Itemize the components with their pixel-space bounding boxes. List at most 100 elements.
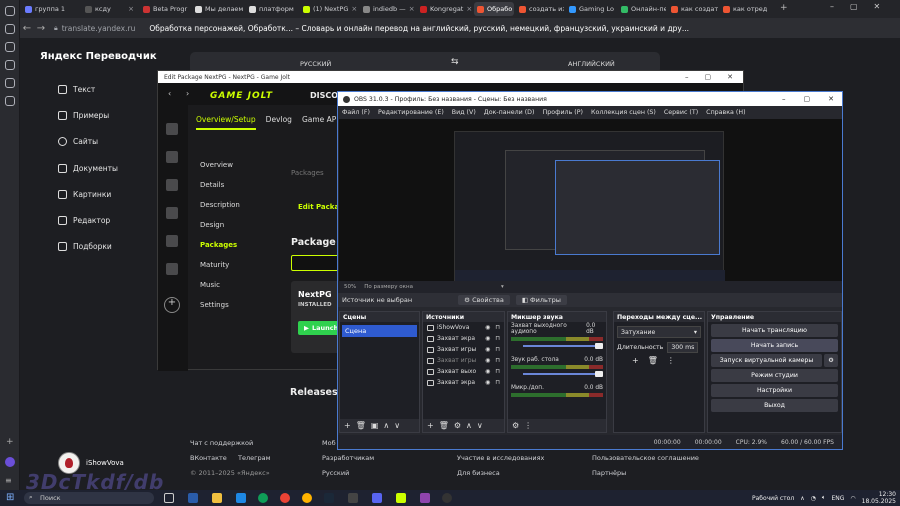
gear-icon[interactable]: ⚙ [512, 421, 519, 430]
volume-slider[interactable] [523, 343, 603, 349]
gear-icon[interactable]: ⚙ [824, 354, 838, 367]
vk-link[interactable]: ВКонтакте [190, 454, 227, 462]
swap-languages-icon[interactable]: ⇆ [451, 57, 459, 67]
tab[interactable]: indiedb — × [360, 2, 415, 16]
yandex-browser-icon[interactable] [302, 493, 312, 503]
history-icon[interactable] [5, 60, 15, 70]
zoom-level[interactable]: 50% [344, 284, 356, 290]
filters-button[interactable]: ◧ Фильтры [515, 295, 567, 305]
close-icon[interactable]: ✕ [727, 73, 733, 81]
nav-text[interactable]: Текст [58, 85, 95, 94]
menu-profile[interactable]: Профиль (P) [542, 109, 583, 116]
game-icon[interactable] [166, 235, 178, 247]
gamejolt-logo[interactable]: GAME JOLT [210, 91, 273, 101]
breadcrumb[interactable]: Packages [291, 169, 324, 177]
source-item[interactable]: Захват игры ◉ ⊓ [423, 344, 504, 355]
lock-icon[interactable]: ⊓ [495, 346, 500, 353]
tab[interactable]: как создат [668, 2, 718, 16]
visual-studio-icon[interactable] [420, 493, 430, 503]
close-icon[interactable]: × [409, 5, 415, 13]
minimize-icon[interactable]: – [685, 73, 689, 81]
partners-link[interactable]: Партнёры [592, 469, 626, 477]
support-link[interactable]: Чат с поддержкой [190, 439, 253, 447]
obs-icon[interactable] [442, 493, 452, 503]
add-icon[interactable]: + [164, 297, 180, 313]
volume-icon[interactable]: 🔈︎ [822, 494, 826, 502]
mobile-link[interactable]: Моб [322, 439, 336, 447]
menu-tools[interactable]: Сервис (T) [664, 109, 698, 116]
chevron-up-icon[interactable]: ∧ [800, 495, 804, 502]
eye-icon[interactable]: ◉ [485, 379, 490, 386]
tab[interactable]: (1) NextPG × [300, 2, 358, 16]
side-packages[interactable]: Packages [200, 241, 237, 249]
discord-icon[interactable] [372, 493, 382, 503]
volume-slider[interactable] [523, 371, 603, 377]
close-icon[interactable]: × [466, 5, 472, 13]
gear-icon[interactable]: ⚙ [454, 421, 461, 430]
steam-icon[interactable] [324, 493, 334, 503]
user-name[interactable]: iShowVova [86, 459, 124, 467]
chevron-down-icon[interactable]: ▾ [501, 284, 504, 290]
wifi-icon[interactable]: ◠ [850, 495, 855, 502]
tab-devlog[interactable]: Devlog [266, 115, 292, 130]
eye-icon[interactable]: ◉ [485, 368, 490, 375]
forward-icon[interactable]: → [34, 23, 48, 34]
fit-select[interactable]: По размеру окна [364, 284, 413, 290]
menu-view[interactable]: Вид (V) [452, 109, 476, 116]
transition-select[interactable]: Затухание ▾ [617, 326, 701, 338]
clock[interactable]: 12:30 18.05.2025 [862, 491, 896, 505]
lock-icon[interactable]: ⊓ [495, 368, 500, 375]
nav-images[interactable]: Картинки [58, 190, 111, 199]
close-icon[interactable]: × [128, 5, 134, 13]
back-icon[interactable]: ‹ [168, 89, 171, 98]
side-settings[interactable]: Settings [200, 301, 229, 309]
side-description[interactable]: Description [200, 201, 240, 209]
arrow-up-icon[interactable]: ∧ [383, 421, 389, 430]
menu-help[interactable]: Справка (H) [706, 109, 745, 116]
add-icon[interactable]: + [6, 437, 16, 447]
source-item[interactable]: Захват игры ◉ ⊓ [423, 355, 504, 366]
eye-icon[interactable]: ◉ [485, 335, 490, 342]
chrome-icon[interactable] [280, 493, 290, 503]
gamejolt-icon[interactable] [396, 493, 406, 503]
business-link[interactable]: Для бизнеса [457, 469, 500, 477]
research-link[interactable]: Участие в исследованиях [457, 454, 544, 462]
minimize-icon[interactable]: – [782, 95, 786, 103]
desktop-label[interactable]: Рабочий стол [752, 495, 794, 502]
tab-active[interactable]: Обрабо× [474, 2, 514, 16]
settings-app-icon[interactable] [188, 493, 198, 503]
tab[interactable]: Gaming Lo [566, 2, 616, 16]
tab[interactable]: Мы делаем [192, 2, 244, 16]
back-icon[interactable]: ← [20, 23, 34, 34]
arrow-down-icon[interactable]: ∨ [477, 421, 483, 430]
menu-icon[interactable]: ≡ [5, 476, 15, 486]
edit-package-link[interactable]: Edit Packa [298, 203, 339, 211]
target-language[interactable]: АНГЛИЙСКИЙ [568, 60, 615, 68]
trash-icon[interactable]: 🗑︎ [648, 356, 658, 365]
studio-mode-button[interactable]: Режим студии [711, 369, 838, 382]
windows-start-icon[interactable]: ⊞ [6, 492, 14, 503]
lock-icon[interactable]: ⊓ [495, 379, 500, 386]
lock-icon[interactable]: ⊓ [495, 357, 500, 364]
tab[interactable]: Kongregat × [417, 2, 472, 16]
nav-examples[interactable]: Примеры [58, 111, 109, 120]
unity-icon[interactable] [348, 493, 358, 503]
start-streaming-button[interactable]: Начать трансляцию [711, 324, 838, 337]
menu-scene-collection[interactable]: Коллекция сцен (S) [591, 109, 656, 116]
forward-icon[interactable]: › [186, 89, 189, 98]
add-icon[interactable]: + [632, 356, 639, 365]
tab-group[interactable]: группа 1 [22, 2, 80, 16]
lock-icon[interactable] [5, 96, 15, 106]
tab-overview-setup[interactable]: Overview/Setup [196, 115, 256, 130]
trash-icon[interactable]: 🗑︎ [439, 421, 449, 430]
nav-collections[interactable]: Подборки [58, 242, 112, 251]
eye-icon[interactable]: ◉ [485, 346, 490, 353]
input-language[interactable]: ENG [831, 495, 844, 502]
obs-preview[interactable] [339, 119, 842, 282]
new-tab-icon[interactable]: + [780, 3, 788, 13]
task-view-icon[interactable] [164, 493, 174, 503]
tab[interactable]: платформ [246, 2, 298, 16]
exit-button[interactable]: Выход [711, 399, 838, 412]
more-icon[interactable]: ⋮ [524, 421, 532, 430]
menu-docks[interactable]: Док-панели (D) [484, 109, 535, 116]
